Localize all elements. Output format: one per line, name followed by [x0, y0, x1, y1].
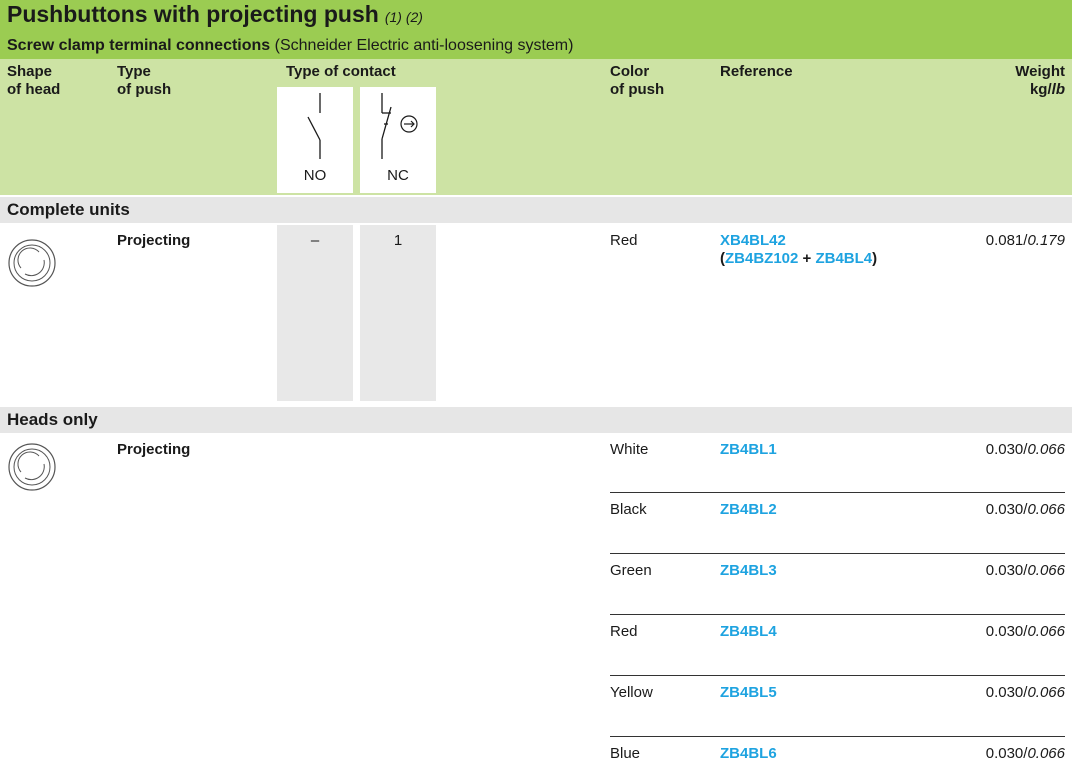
table-row: White ZB4BL1 0.030/0.066 [610, 441, 1065, 461]
table-row: Green ZB4BL3 0.030/0.066 [610, 562, 1065, 582]
head-row-color: Green [610, 562, 652, 579]
head-row-weight: 0.030/0.066 [986, 745, 1065, 762]
no-contact-symbol-icon [307, 93, 321, 159]
head-row-weight-lb: 0.066 [1027, 745, 1065, 762]
row-divider [610, 614, 1065, 615]
row-divider [610, 492, 1065, 493]
complete-weight: 0.081/0.179 [986, 232, 1065, 249]
complete-color: Red [610, 232, 638, 249]
header-weight-kg: kg/ [1029, 81, 1052, 98]
head-row-color: Blue [610, 745, 641, 762]
header-weight: Weight kg/lb [1015, 63, 1065, 99]
page-title: Pushbuttons with projecting push (1) (2) [7, 1, 423, 28]
section-title-complete-units: Complete units [7, 200, 130, 219]
composition-plus: + [798, 250, 816, 267]
table-row: Blue ZB4BL6 0.030/0.066 [610, 745, 1065, 765]
header-color: Color of push [610, 63, 664, 99]
complete-push-type: Projecting [117, 232, 191, 249]
head-row-color: Yellow [610, 684, 653, 701]
row-divider [610, 736, 1065, 737]
head-row-weight: 0.030/0.066 [986, 623, 1065, 640]
head-row-weight: 0.030/0.066 [986, 501, 1065, 518]
complete-weight-lb: 0.179 [1027, 232, 1065, 249]
table-row: Yellow ZB4BL5 0.030/0.066 [610, 684, 1065, 704]
header-type: Type of push [117, 63, 171, 99]
head-row-weight-lb: 0.066 [1027, 684, 1065, 701]
head-row-weight-lb: 0.066 [1027, 562, 1065, 579]
header-weight-lb: lb [1051, 81, 1065, 98]
complete-weight-kg: 0.081/ [985, 232, 1028, 249]
header-contact: Type of contact [286, 63, 396, 80]
title-footnote-refs: (1) (2) [384, 9, 423, 25]
complete-composition: (ZB4BZ102 + ZB4BL4) [720, 250, 877, 268]
header-shape-line1: Shape [7, 63, 53, 80]
head-row-reference: ZB4BL2 [720, 501, 777, 518]
section-title-heads-only: Heads only [7, 410, 98, 429]
subtitle-rest: (Schneider Electric anti-loosening syste… [270, 37, 574, 54]
row-divider [610, 675, 1065, 676]
no-contact-box: NO [277, 87, 353, 193]
head-row-weight-kg: 0.030/ [985, 684, 1028, 701]
nc-contact-symbol-icon [381, 93, 418, 159]
head-row-color: Red [610, 623, 638, 640]
header-type-line1: Type [117, 63, 151, 80]
section-complete-units [0, 197, 1072, 223]
header-shape-line2: of head [7, 81, 61, 98]
head-row-weight-lb: 0.066 [1027, 441, 1065, 458]
row-divider [610, 553, 1065, 554]
header-color-line1: Color [610, 63, 650, 80]
head-row-weight-kg: 0.030/ [985, 501, 1028, 518]
no-value: – [310, 232, 320, 249]
head-row-reference: ZB4BL6 [720, 745, 777, 762]
positive-opening-icon [400, 115, 418, 133]
no-label: NO [303, 167, 327, 184]
head-row-weight-lb: 0.066 [1027, 501, 1065, 518]
subtitle-bold: Screw clamp terminal connections [7, 37, 271, 54]
complete-reference-block: XB4BL42 (ZB4BZ102 + ZB4BL4) [720, 232, 877, 268]
table-row: Red ZB4BL4 0.030/0.066 [610, 623, 1065, 643]
head-row-weight-kg: 0.030/ [985, 562, 1028, 579]
nc-value-column: 1 [360, 225, 436, 401]
head-row-color: Black [610, 501, 647, 518]
no-value-column: – [277, 225, 353, 401]
composition-paren-close: ) [872, 250, 878, 267]
nc-value: 1 [393, 232, 403, 249]
table-row: Black ZB4BL2 0.030/0.066 [610, 501, 1065, 521]
component-2-reference: ZB4BL4 [815, 250, 873, 267]
nc-label: NC [387, 167, 409, 184]
head-row-weight-kg: 0.030/ [985, 745, 1028, 762]
header-weight-line1: Weight [1015, 63, 1065, 80]
head-row-reference: ZB4BL5 [720, 684, 777, 701]
head-row-weight: 0.030/0.066 [986, 562, 1065, 579]
head-row-weight: 0.030/0.066 [986, 684, 1065, 701]
head-row-reference: ZB4BL1 [720, 441, 777, 458]
header-reference: Reference [720, 63, 793, 80]
complete-reference: XB4BL42 [720, 232, 786, 249]
header-color-line2: of push [610, 81, 665, 98]
header-shape: Shape of head [7, 63, 60, 99]
head-row-color: White [610, 441, 649, 458]
header-type-line2: of push [117, 81, 172, 98]
page-title-main: Pushbuttons with projecting push [7, 1, 379, 27]
head-row-weight-lb: 0.066 [1027, 623, 1065, 640]
section-heads-only [0, 407, 1072, 433]
header-weight-units: kg/lb [1015, 81, 1065, 99]
head-row-weight-kg: 0.030/ [985, 441, 1028, 458]
head-row-weight: 0.030/0.066 [986, 441, 1065, 458]
nc-contact-box: NC [360, 87, 436, 193]
component-1-reference: ZB4BZ102 [725, 250, 799, 267]
heads-push-type: Projecting [117, 441, 191, 458]
head-row-reference: ZB4BL3 [720, 562, 777, 579]
page-subtitle: Screw clamp terminal connections (Schnei… [7, 37, 573, 55]
round-head-icon [8, 239, 56, 287]
head-row-weight-kg: 0.030/ [985, 623, 1028, 640]
head-row-reference: ZB4BL4 [720, 623, 777, 640]
round-head-icon [8, 443, 56, 491]
